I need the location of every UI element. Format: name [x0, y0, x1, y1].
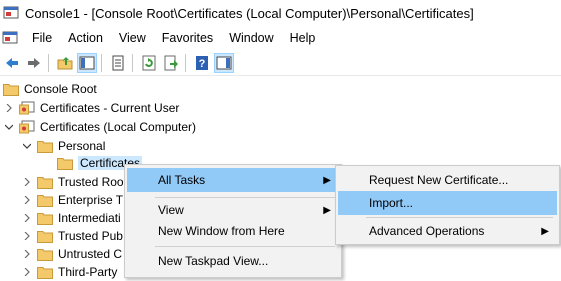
- tree-node-local-computer[interactable]: Certificates (Local Computer): [4, 118, 196, 136]
- up-folder-icon: [57, 57, 73, 70]
- chevron-right-icon[interactable]: [22, 177, 32, 187]
- tree-label: Untrusted C: [58, 247, 123, 261]
- chevron-right-icon[interactable]: [22, 231, 32, 241]
- menu-item-label: New Window from Here: [158, 224, 285, 238]
- folder-icon: [37, 177, 53, 189]
- tree-node-personal[interactable]: Personal: [22, 137, 105, 155]
- tree-node-enterprise-trust[interactable]: Enterprise T: [22, 191, 123, 209]
- menu-item-label: Advanced Operations: [369, 224, 485, 238]
- forward-button[interactable]: [24, 53, 44, 73]
- chevron-right-icon[interactable]: [22, 267, 32, 277]
- menu-separator: [155, 246, 335, 247]
- refresh-button[interactable]: [139, 53, 159, 73]
- tree-node-third-party[interactable]: Third-Party: [22, 263, 117, 281]
- menu-item-label: View: [158, 203, 184, 217]
- tree-label: Trusted Roo: [58, 175, 124, 189]
- tree-label: Certificates - Current User: [40, 101, 180, 115]
- menu-window[interactable]: Window: [221, 31, 281, 45]
- tree-node-intermediate[interactable]: Intermediati: [22, 209, 121, 227]
- menu-item-new-taskpad[interactable]: New Taskpad View...: [127, 249, 339, 273]
- menu-item-request-new-certificate[interactable]: Request New Certificate...: [338, 168, 557, 192]
- folder-icon: [37, 249, 53, 261]
- svg-text:?: ?: [199, 58, 206, 70]
- folder-icon: [37, 213, 53, 225]
- submenu-arrow-icon: ▶: [541, 225, 549, 237]
- tree-node-trusted-root[interactable]: Trusted Roo: [22, 173, 124, 191]
- export-list-icon: [164, 55, 178, 71]
- folder-icon: [37, 267, 53, 279]
- window-title: Console1 - [Console Root\Certificates (L…: [25, 5, 474, 21]
- menu-item-label: Import...: [369, 196, 414, 210]
- menu-view[interactable]: View: [111, 31, 154, 45]
- menu-item-advanced-operations[interactable]: Advanced Operations ▶: [338, 219, 557, 243]
- export-list-button[interactable]: [161, 53, 181, 73]
- menu-item-import[interactable]: Import...: [338, 191, 557, 215]
- forward-arrow-icon: [28, 58, 40, 68]
- help-icon: ?: [196, 56, 208, 70]
- certificate-snapin-icon: [19, 101, 35, 115]
- tree-node-current-user[interactable]: Certificates - Current User: [4, 99, 179, 117]
- back-arrow-icon: [6, 58, 18, 68]
- title-bar: Console1 - [Console Root\Certificates (L…: [0, 0, 561, 26]
- toolbar-separator: [185, 54, 186, 72]
- menu-item-all-tasks[interactable]: All Tasks ▶: [127, 168, 339, 192]
- submenu-arrow-icon: ▶: [323, 204, 331, 216]
- chevron-down-icon[interactable]: [22, 141, 32, 151]
- show-hide-action-pane-button[interactable]: [214, 53, 234, 73]
- menu-help[interactable]: Help: [282, 31, 324, 45]
- all-tasks-submenu: Request New Certificate... Import... Adv…: [335, 165, 560, 245]
- tree-label: Enterprise T: [58, 193, 124, 207]
- folder-icon: [37, 195, 53, 207]
- folder-icon: [3, 84, 19, 96]
- refresh-icon: [142, 55, 156, 71]
- tree-label: Intermediati: [58, 211, 121, 225]
- certificate-snapin-icon: [19, 120, 35, 134]
- show-hide-tree-button[interactable]: [77, 53, 97, 73]
- chevron-down-icon[interactable]: [4, 122, 14, 132]
- submenu-arrow-icon: ▶: [323, 174, 331, 186]
- menu-action[interactable]: Action: [60, 31, 111, 45]
- properties-icon: [112, 55, 124, 71]
- menu-separator: [366, 217, 553, 218]
- tree-label: Trusted Pub: [58, 229, 123, 243]
- tree-label: Third-Party: [58, 265, 118, 279]
- back-button[interactable]: [2, 53, 22, 73]
- up-one-level-button[interactable]: [55, 53, 75, 73]
- tree-label: Personal: [58, 139, 106, 153]
- folder-icon: [37, 231, 53, 243]
- chevron-right-icon[interactable]: [4, 103, 14, 113]
- toolbar: ?: [0, 51, 561, 76]
- toolbar-separator: [132, 54, 133, 72]
- chevron-right-icon[interactable]: [22, 249, 32, 259]
- menu-item-new-window[interactable]: New Window from Here: [127, 219, 339, 243]
- tree-label: Console Root: [24, 82, 97, 96]
- folder-open-icon: [37, 141, 53, 153]
- tree-label: Certificates (Local Computer): [40, 120, 197, 134]
- menu-item-label: New Taskpad View...: [158, 254, 269, 268]
- mmc-app-icon: [3, 6, 19, 19]
- menu-item-label: All Tasks: [158, 173, 206, 187]
- properties-button[interactable]: [108, 53, 128, 73]
- chevron-right-icon[interactable]: [22, 195, 32, 205]
- window-control-icon[interactable]: [2, 30, 18, 46]
- tree-node-untrusted[interactable]: Untrusted C: [22, 245, 122, 263]
- toolbar-separator: [101, 54, 102, 72]
- menu-favorites[interactable]: Favorites: [154, 31, 221, 45]
- menu-bar: File Action View Favorites Window Help: [0, 28, 561, 48]
- chevron-right-icon[interactable]: [22, 213, 32, 223]
- context-menu: All Tasks ▶ View ▶ New Window from Here …: [124, 164, 342, 278]
- menu-file[interactable]: File: [24, 31, 60, 45]
- help-button[interactable]: ?: [192, 53, 212, 73]
- show-hide-action-pane-icon: [216, 56, 232, 70]
- toolbar-separator: [48, 54, 49, 72]
- show-hide-tree-icon: [79, 56, 95, 70]
- folder-icon: [57, 158, 73, 170]
- tree-node-console-root[interactable]: Console Root: [3, 80, 97, 98]
- tree-node-trusted-publishers[interactable]: Trusted Pub: [22, 227, 123, 245]
- menu-item-label: Request New Certificate...: [369, 173, 509, 187]
